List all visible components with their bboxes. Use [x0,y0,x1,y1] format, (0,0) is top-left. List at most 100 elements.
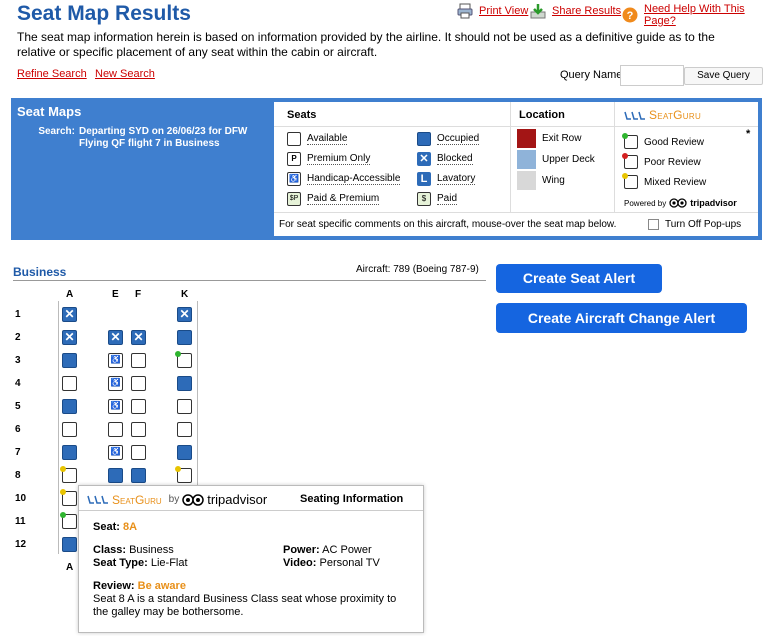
legend-occupied: Occupied [417,132,480,146]
seat-12A[interactable] [62,537,77,552]
tripadvisor-owl-icon [182,493,204,506]
seat-7K[interactable] [177,445,192,460]
poor-review-seat-icon [622,153,638,169]
help-link[interactable]: ? Need Help With This Page? [622,3,768,27]
seat-5A[interactable] [62,399,77,414]
cabin-title: Business [13,265,67,279]
seat-4F[interactable] [131,376,146,391]
help-label[interactable]: Need Help With This Page? [644,3,768,27]
column-label-f: F [135,289,142,300]
row-label-11: 11 [15,516,26,527]
seat-3A[interactable] [62,353,77,368]
svg-text:?: ? [627,10,634,22]
tooltip-review-text: Seat 8 A is a standard Business Class se… [93,593,397,618]
seatguru-logo: SeatGuru [624,108,701,122]
seat-5K[interactable] [177,399,192,414]
seatguru-seats-icon [87,495,108,504]
seat-7F[interactable] [131,445,146,460]
legend-handicap: ♿ Handicap-Accessible [287,172,401,186]
wing-swatch [517,171,536,190]
tooltip-seat: Seat: 8A [93,521,138,533]
save-query-button[interactable]: Save Query [684,67,763,85]
tooltip-video: Video: Personal TV [283,557,380,569]
share-results-link[interactable]: Share Results [530,3,621,19]
column-label-e: E [112,289,119,300]
row-label-5: 5 [15,401,21,412]
popup-checkbox[interactable] [648,219,659,230]
seat-2A[interactable]: ✕ [62,330,77,345]
print-view-label[interactable]: Print View [479,5,528,17]
tripadvisor-owl-icon [669,198,687,208]
row-label-1: 1 [15,309,21,320]
legend-divider [614,102,615,212]
cabin-divider [13,280,486,281]
query-name-input[interactable] [620,65,684,86]
review-dot-icon [175,466,181,472]
tooltip-divider [79,510,423,511]
legend-note: For seat specific comments on this aircr… [279,219,617,230]
exit-row-swatch [517,129,536,148]
legend-wing: Wing [517,171,565,190]
seat-7A[interactable] [62,445,77,460]
seat-5E[interactable]: ♿ [108,399,123,414]
seat-8K[interactable] [175,466,192,483]
legend-seats-title: Seats [287,109,317,121]
seat-3F[interactable] [131,353,146,368]
page-title: Seat Map Results [17,2,191,25]
seat-3E[interactable]: ♿ [108,353,123,368]
legend-upper-deck: Upper Deck [517,150,595,169]
seat-11A[interactable] [60,512,77,529]
seat-8E[interactable] [108,468,123,483]
aircraft-label: Aircraft: 789 (Boeing 787-9) [356,264,479,275]
powered-by-tripadvisor: Powered by tripadvisor [624,198,737,208]
seat-10A[interactable] [60,489,77,506]
available-seat-icon [287,132,301,146]
seat-6E[interactable] [108,422,123,437]
seat-4E[interactable]: ♿ [108,376,123,391]
create-aircraft-change-alert-button[interactable]: Create Aircraft Change Alert [496,303,747,333]
seat-2K[interactable] [177,330,192,345]
mixed-review-seat-icon [622,173,638,189]
good-review-seat-icon [622,133,638,149]
seat-1K[interactable]: ✕ [177,307,192,322]
upper-deck-swatch [517,150,536,169]
legend-blocked: ✕ Blocked [417,152,473,166]
print-view-link[interactable]: Print View [457,3,528,19]
legend-mixed-review: Mixed Review [622,173,706,189]
seat-4A[interactable] [62,376,77,391]
seat-8F[interactable] [131,468,146,483]
share-results-label[interactable]: Share Results [552,5,621,17]
create-seat-alert-button[interactable]: Create Seat Alert [496,264,662,293]
seat-7E[interactable]: ♿ [108,445,123,460]
premium-seat-icon: P [287,152,301,166]
search-details: Departing SYD on 26/06/23 for DFW Flying… [79,126,248,149]
seat-2F[interactable]: ✕ [131,330,146,345]
blocked-seat-icon: ✕ [417,152,431,166]
review-dot-icon [60,512,66,518]
legend-exit-row: Exit Row [517,129,581,148]
seat-1A[interactable]: ✕ [62,307,77,322]
refine-search-link[interactable]: Refine Search [17,68,87,80]
legend-asterisk: * [746,128,751,140]
legend-paid-premium: $P Paid & Premium [287,192,380,206]
seat-3K[interactable] [175,351,192,368]
review-dot-icon [175,351,181,357]
paid-seat-icon: $ [417,192,431,206]
row-label-6: 6 [15,424,21,435]
row-label-7: 7 [15,447,21,458]
seat-8A[interactable] [60,466,77,483]
seat-5F[interactable] [131,399,146,414]
legend-premium-only: P Premium Only [287,152,371,166]
seat-6A[interactable] [62,422,77,437]
handicap-seat-icon: ♿ [287,172,301,186]
seat-6F[interactable] [131,422,146,437]
row-label-8: 8 [15,470,21,481]
legend-good-review: Good Review [622,133,704,149]
seat-2E[interactable]: ✕ [108,330,123,345]
printer-icon [457,3,473,19]
legend-location-title: Location [519,109,565,121]
popup-toggle[interactable]: Turn Off Pop-ups [648,219,741,230]
seat-4K[interactable] [177,376,192,391]
new-search-link[interactable]: New Search [95,68,155,80]
seat-6K[interactable] [177,422,192,437]
